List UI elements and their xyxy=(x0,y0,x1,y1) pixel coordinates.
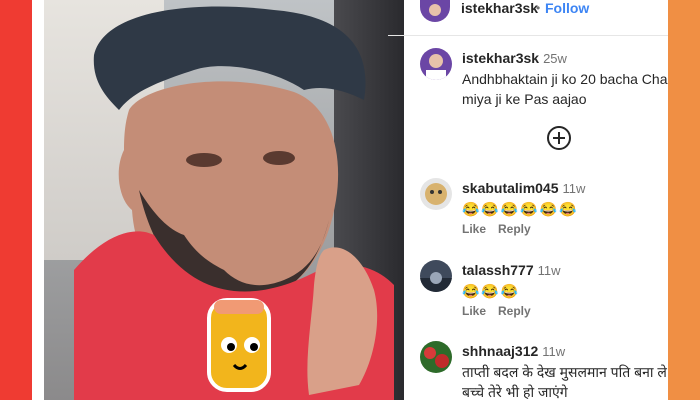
comment-avatar[interactable] xyxy=(420,178,452,210)
like-button[interactable]: Like xyxy=(462,222,486,236)
author-avatar[interactable] xyxy=(420,0,450,22)
comment-text: Andhbhaktain ji ko 20 bacha Chahiye to m… xyxy=(462,71,668,107)
comment-time: 25w xyxy=(543,51,567,66)
comment-item: talassh777 11w 😂😂😂 Like Reply xyxy=(388,260,668,330)
comment-emojis: 😂😂😂 xyxy=(462,283,521,299)
comment-avatar[interactable] xyxy=(420,48,452,80)
comment-text-block: shhnaaj312 11w ताप्ती बदल के देख मुसलमान … xyxy=(462,341,668,400)
follow-button[interactable]: Follow xyxy=(545,0,589,16)
caption-comment: istekhar3sk 25w Andhbhaktain ji ko 20 bac… xyxy=(388,48,668,108)
comment-username[interactable]: skabutalim045 xyxy=(462,180,559,196)
comment-actions: Like Reply xyxy=(462,222,543,236)
like-button[interactable]: Like xyxy=(462,304,486,318)
separator-dot: • xyxy=(536,1,541,15)
comment-username[interactable]: istekhar3sk xyxy=(462,50,539,66)
author-username[interactable]: istekhar3sk xyxy=(461,0,538,16)
comment-avatar[interactable] xyxy=(420,260,452,292)
left-edge-border xyxy=(0,0,32,400)
comment-item: skabutalim045 11w 😂😂😂😂😂😂 Like Reply xyxy=(388,178,668,248)
reply-button[interactable]: Reply xyxy=(498,304,531,318)
comment-username[interactable]: talassh777 xyxy=(462,262,534,278)
comment-time: 11w xyxy=(542,344,566,359)
pencil-sticker xyxy=(207,298,271,392)
comment-item: shhnaaj312 11w ताप्ती बदल के देख मुसलमान … xyxy=(388,341,668,400)
comment-text-block: istekhar3sk 25w Andhbhaktain ji ko 20 bac… xyxy=(462,48,668,109)
comment-actions: Like Reply xyxy=(462,304,543,318)
reply-button[interactable]: Reply xyxy=(498,222,531,236)
post-media xyxy=(44,0,404,400)
post-card: istekhar3sk • Follow ⋮ istekhar3sk 25w An… xyxy=(32,0,668,400)
right-edge-border xyxy=(668,0,700,400)
comment-time: 11w xyxy=(537,263,561,278)
comment-emojis: 😂😂😂😂😂😂 xyxy=(462,201,579,217)
comment-text-block: talassh777 11w 😂😂😂 xyxy=(462,260,668,301)
person-illustration xyxy=(74,6,394,400)
comment-username[interactable]: shhnaaj312 xyxy=(462,343,538,359)
comment-time: 11w xyxy=(562,181,586,196)
post-header: istekhar3sk • Follow ⋮ xyxy=(388,0,668,36)
load-more-comments-icon[interactable] xyxy=(547,126,571,150)
comment-text-block: skabutalim045 11w 😂😂😂😂😂😂 xyxy=(462,178,668,219)
comment-avatar[interactable] xyxy=(420,341,452,373)
comment-text: ताप्ती बदल के देख मुसलमान पति बना ले 20 … xyxy=(462,364,668,400)
